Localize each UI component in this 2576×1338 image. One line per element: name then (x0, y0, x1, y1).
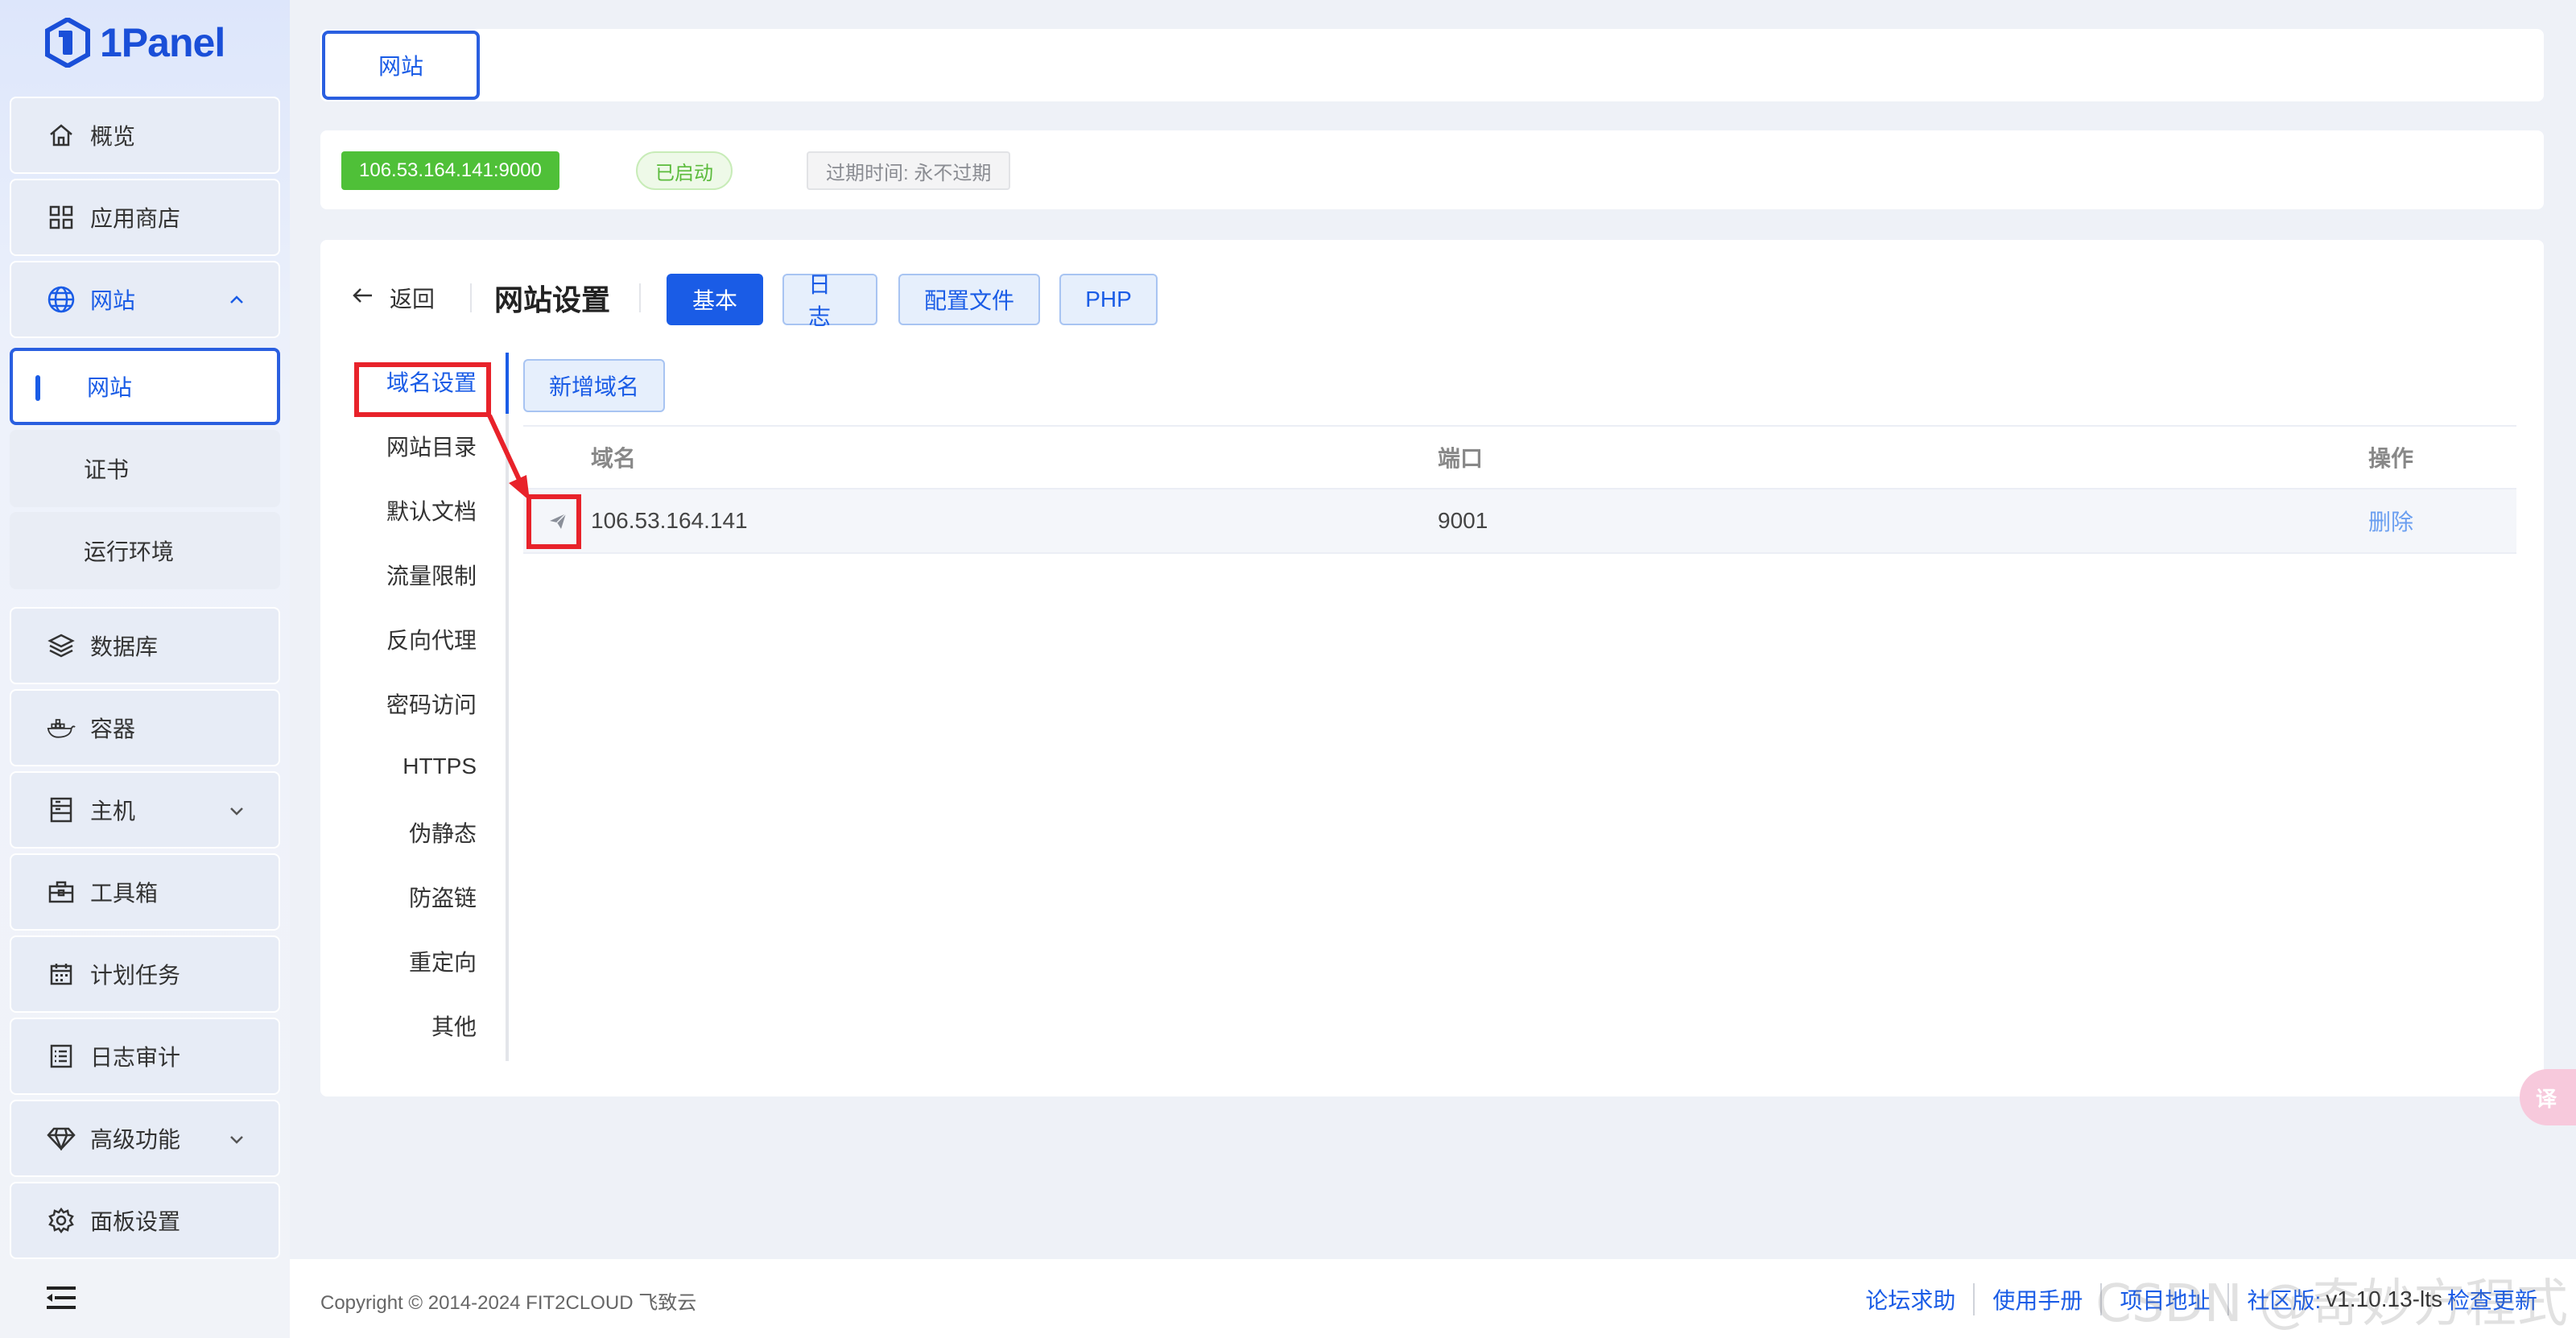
annotation-arrow (487, 414, 530, 501)
translate-button[interactable]: 译 (2520, 1069, 2576, 1125)
manual-link[interactable]: 使用手册 (1975, 1283, 2103, 1315)
copyright-text: Copyright © 2014-2024 FIT2CLOUD 飞致云 (320, 1292, 697, 1314)
forum-link[interactable]: 论坛求助 (1847, 1283, 1975, 1315)
translate-icon: 译 (2536, 1086, 2557, 1111)
watermark: CSDN @奇妙方程式 (2095, 1274, 2568, 1334)
